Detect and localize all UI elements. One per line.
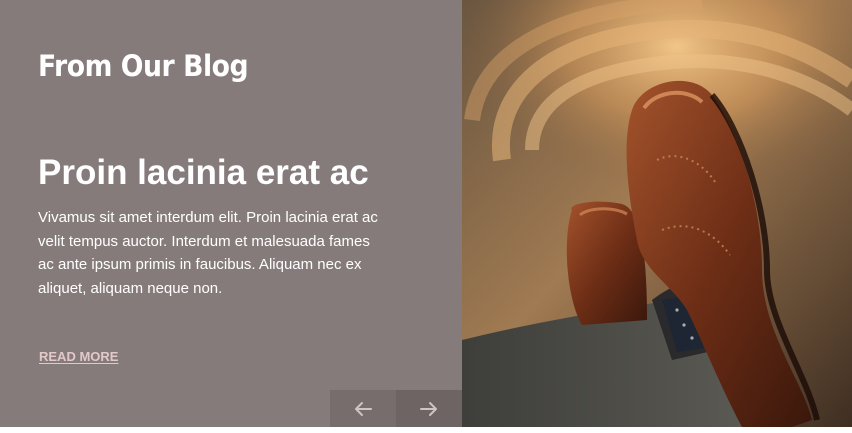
section-title: From Our Blog [38, 49, 249, 83]
arrow-left-icon [355, 401, 372, 416]
shoes-photo [462, 0, 852, 427]
post-title: Proin lacinia erat ac [38, 153, 369, 192]
post-image [462, 0, 852, 427]
post-excerpt: Vivamus sit amet interdum elit. Proin la… [38, 209, 378, 297]
blog-section: From Our Blog Proin lacinia erat ac Viva… [0, 0, 852, 433]
arrow-right-icon [420, 401, 437, 416]
prev-button[interactable] [330, 390, 396, 427]
blog-text-panel: From Our Blog Proin lacinia erat ac Viva… [0, 0, 462, 427]
read-more-link[interactable]: READ MORE [39, 349, 118, 364]
next-button[interactable] [396, 390, 462, 427]
